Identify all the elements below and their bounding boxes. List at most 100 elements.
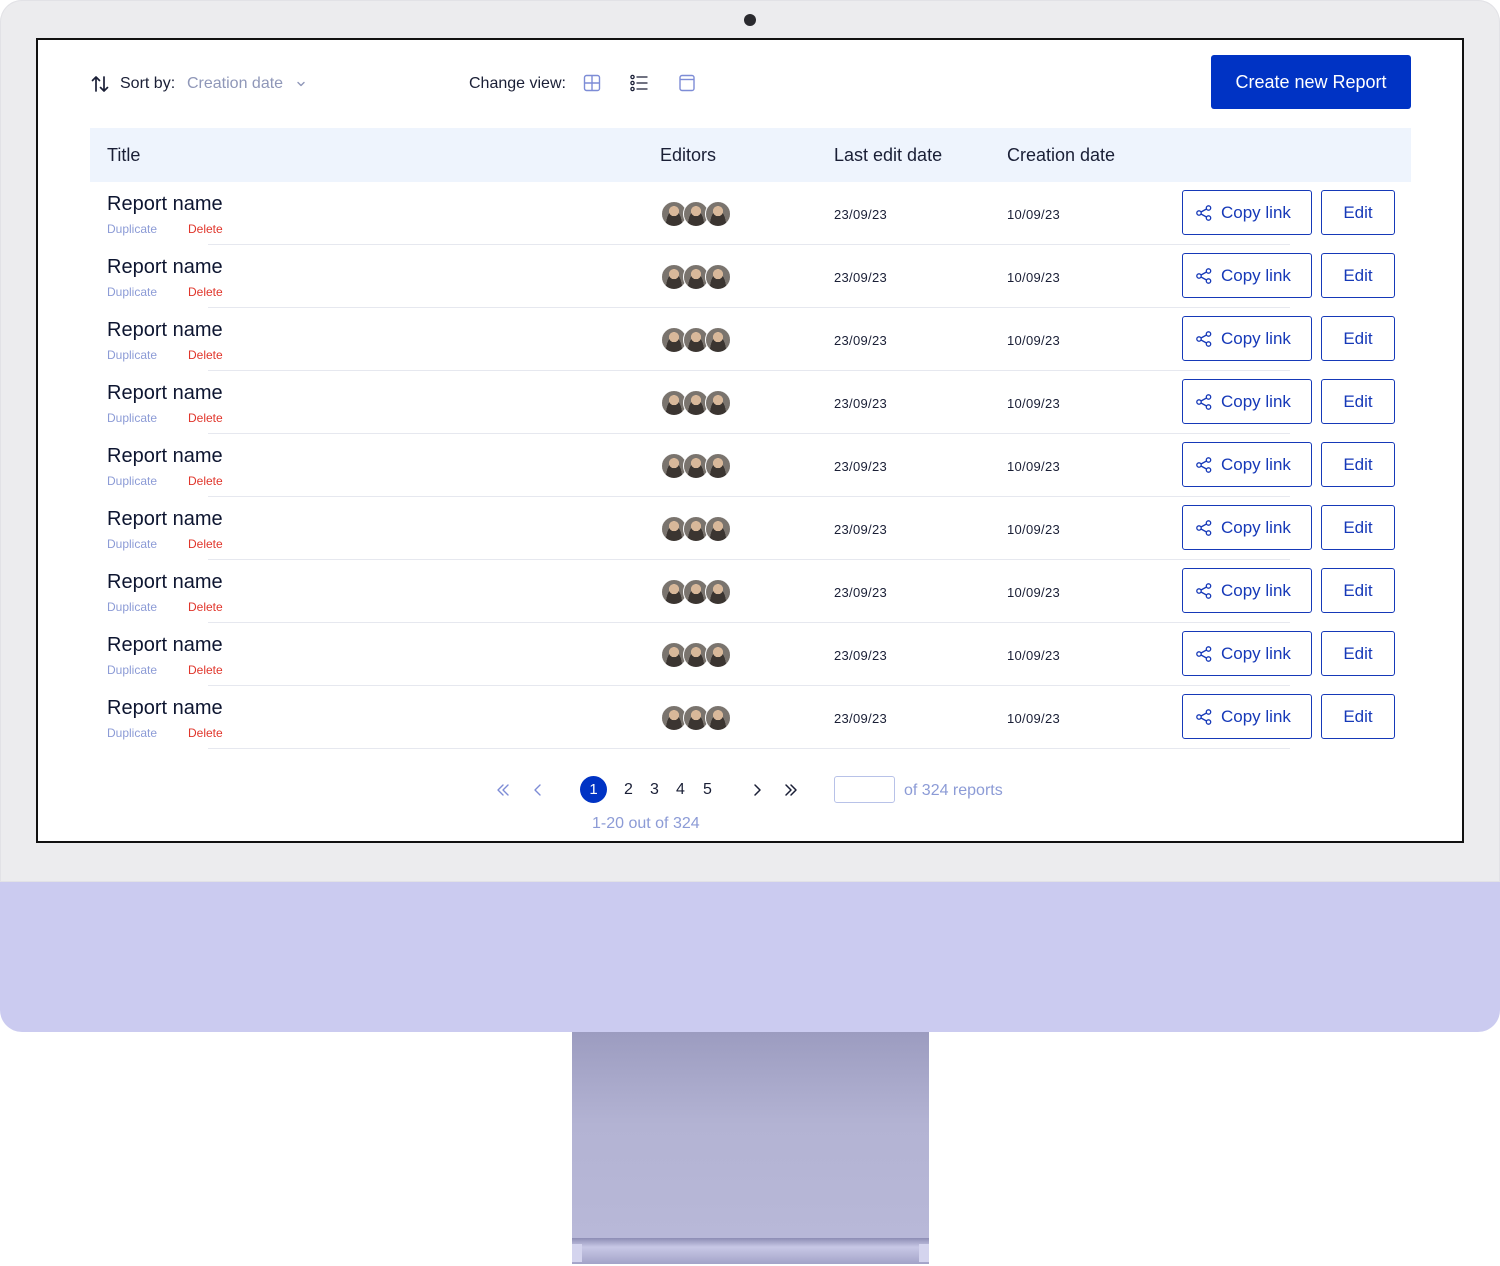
last-edit-date: 23/09/23: [834, 711, 888, 726]
total-reports-label: of 324 reports: [904, 782, 1003, 799]
duplicate-link[interactable]: Duplicate: [107, 474, 157, 488]
copy-link-button[interactable]: Copy link: [1182, 568, 1312, 613]
duplicate-link[interactable]: Duplicate: [107, 663, 157, 677]
copy-link-button[interactable]: Copy link: [1182, 505, 1312, 550]
duplicate-link[interactable]: Duplicate: [107, 411, 157, 425]
page-link[interactable]: 3: [650, 781, 659, 799]
duplicate-link[interactable]: Duplicate: [107, 222, 157, 236]
monitor-stand-foot: [572, 1238, 929, 1264]
copy-link-button[interactable]: Copy link: [1182, 379, 1312, 424]
avatar: [705, 201, 731, 227]
table-row: Report name Duplicate Delete 23/09/23 10…: [90, 497, 1411, 560]
page-link[interactable]: 2: [624, 781, 633, 799]
duplicate-link[interactable]: Duplicate: [107, 348, 157, 362]
delete-link[interactable]: Delete: [188, 285, 223, 299]
double-chevron-right-icon[interactable]: [783, 782, 799, 798]
duplicate-link[interactable]: Duplicate: [107, 537, 157, 551]
create-new-report-button[interactable]: Create new Report: [1211, 55, 1411, 109]
delete-link[interactable]: Delete: [188, 474, 223, 488]
copy-link-button[interactable]: Copy link: [1182, 253, 1312, 298]
avatar: [705, 390, 731, 416]
edit-button[interactable]: Edit: [1321, 505, 1395, 550]
share-icon: [1196, 267, 1212, 284]
column-header-creation-date[interactable]: Creation date: [1007, 145, 1115, 166]
chevron-down-icon[interactable]: [295, 78, 307, 90]
delete-link[interactable]: Delete: [188, 348, 223, 362]
sort-select[interactable]: Creation date: [187, 75, 283, 93]
copy-link-button[interactable]: Copy link: [1182, 631, 1312, 676]
column-header-title[interactable]: Title: [107, 145, 140, 166]
report-name[interactable]: Report name: [107, 571, 223, 594]
duplicate-link[interactable]: Duplicate: [107, 600, 157, 614]
edit-button[interactable]: Edit: [1321, 631, 1395, 676]
monitor-chin: [0, 882, 1500, 1032]
copy-link-label: Copy link: [1221, 391, 1291, 411]
edit-button[interactable]: Edit: [1321, 316, 1395, 361]
share-icon: [1196, 330, 1212, 347]
table-row: Report name Duplicate Delete 23/09/23 10…: [90, 182, 1411, 245]
report-name[interactable]: Report name: [107, 382, 223, 405]
creation-date: 10/09/23: [1007, 648, 1061, 663]
column-header-editors[interactable]: Editors: [660, 145, 716, 166]
card-view-icon[interactable]: [677, 73, 697, 93]
share-icon: [1196, 708, 1212, 725]
page-link[interactable]: 4: [676, 781, 685, 799]
chevron-left-icon[interactable]: [530, 782, 546, 798]
avatar: [705, 642, 731, 668]
delete-link[interactable]: Delete: [188, 726, 223, 740]
copy-link-button[interactable]: Copy link: [1182, 442, 1312, 487]
copy-link-label: Copy link: [1221, 328, 1291, 348]
delete-link[interactable]: Delete: [188, 663, 223, 677]
delete-link[interactable]: Delete: [188, 411, 223, 425]
page-link[interactable]: 5: [703, 781, 712, 799]
copy-link-button[interactable]: Copy link: [1182, 316, 1312, 361]
report-name[interactable]: Report name: [107, 256, 223, 279]
report-name[interactable]: Report name: [107, 697, 223, 720]
delete-link[interactable]: Delete: [188, 537, 223, 551]
report-name[interactable]: Report name: [107, 634, 223, 657]
last-edit-date: 23/09/23: [834, 333, 888, 348]
duplicate-link[interactable]: Duplicate: [107, 285, 157, 299]
table-row: Report name Duplicate Delete 23/09/23 10…: [90, 434, 1411, 497]
editors-avatars: [661, 579, 733, 605]
double-chevron-left-icon[interactable]: [495, 782, 511, 798]
editors-avatars: [661, 516, 733, 542]
last-edit-date: 23/09/23: [834, 396, 888, 411]
duplicate-link[interactable]: Duplicate: [107, 726, 157, 740]
monitor-stand: [572, 1032, 929, 1238]
pagination: 1 2 3 4 5 of 324 reports: [38, 774, 1462, 814]
edit-button[interactable]: Edit: [1321, 190, 1395, 235]
table-header: Title Editors Last edit date Creation da…: [90, 128, 1411, 182]
copy-link-label: Copy link: [1221, 454, 1291, 474]
edit-button[interactable]: Edit: [1321, 379, 1395, 424]
page-current[interactable]: 1: [580, 776, 607, 803]
edit-button[interactable]: Edit: [1321, 694, 1395, 739]
avatar: [705, 453, 731, 479]
column-header-last-edit-date[interactable]: Last edit date: [834, 145, 942, 166]
table-row: Report name Duplicate Delete 23/09/23 10…: [90, 623, 1411, 686]
edit-button[interactable]: Edit: [1321, 253, 1395, 298]
creation-date: 10/09/23: [1007, 333, 1061, 348]
table-row: Report name Duplicate Delete 23/09/23 10…: [90, 560, 1411, 623]
range-label: 1-20 out of 324: [592, 815, 700, 832]
page-jump-input[interactable]: [834, 776, 895, 803]
sort-arrows-icon[interactable]: [90, 74, 110, 94]
editors-avatars: [661, 327, 733, 353]
chevron-right-icon[interactable]: [749, 782, 765, 798]
list-view-icon[interactable]: [629, 73, 649, 93]
screen: Sort by: Creation date Change view: Crea…: [36, 38, 1464, 843]
grid-view-icon[interactable]: [582, 73, 602, 93]
table-row: Report name Duplicate Delete 23/09/23 10…: [90, 245, 1411, 308]
copy-link-button[interactable]: Copy link: [1182, 190, 1312, 235]
sort-label: Sort by:: [120, 75, 176, 92]
delete-link[interactable]: Delete: [188, 222, 223, 236]
delete-link[interactable]: Delete: [188, 600, 223, 614]
edit-button[interactable]: Edit: [1321, 568, 1395, 613]
report-name[interactable]: Report name: [107, 508, 223, 531]
report-name[interactable]: Report name: [107, 445, 223, 468]
report-name[interactable]: Report name: [107, 193, 223, 216]
report-name[interactable]: Report name: [107, 319, 223, 342]
share-icon: [1196, 519, 1212, 536]
edit-button[interactable]: Edit: [1321, 442, 1395, 487]
copy-link-button[interactable]: Copy link: [1182, 694, 1312, 739]
